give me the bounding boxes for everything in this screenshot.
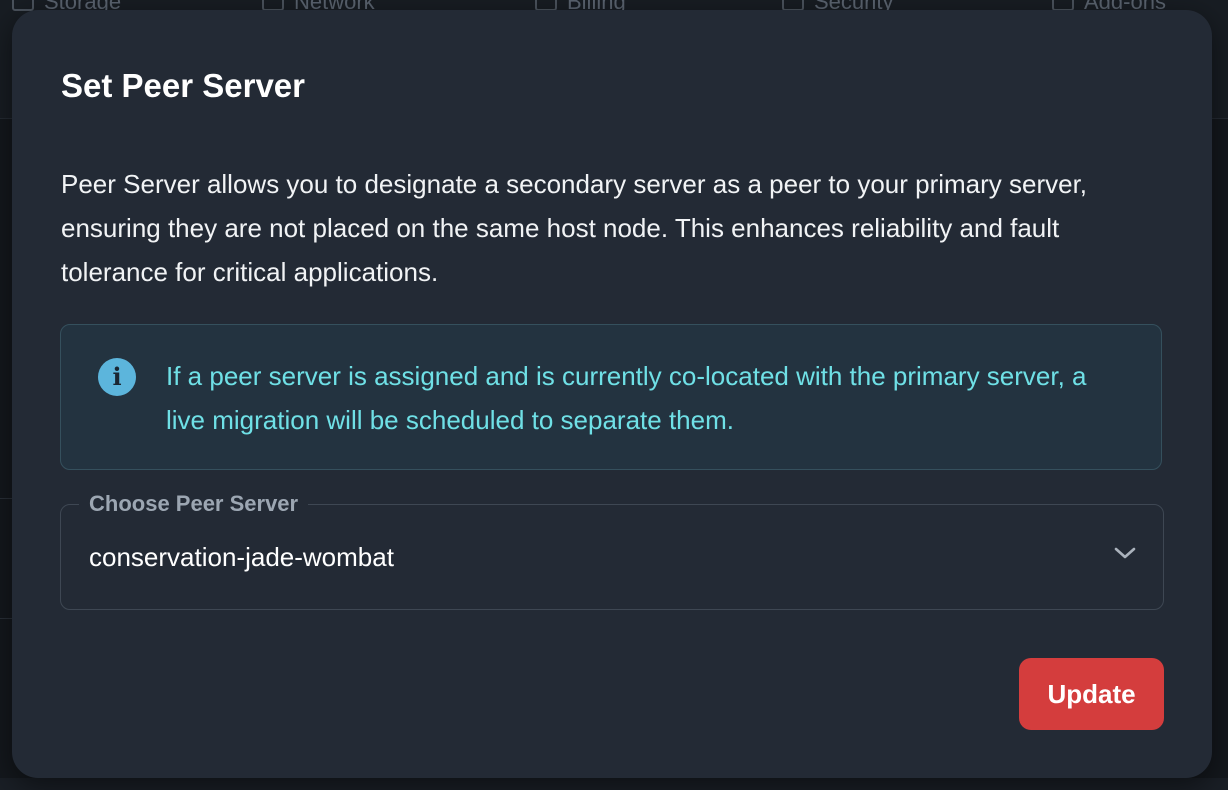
info-alert: i If a peer server is assigned and is cu… [60, 324, 1162, 470]
background-divider [0, 498, 12, 499]
dialog-description: Peer Server allows you to designate a se… [61, 169, 1088, 287]
background-footer [0, 778, 1228, 790]
dialog-title: Set Peer Server [61, 67, 306, 104]
chevron-down-icon[interactable] [1113, 545, 1137, 561]
info-icon: i [98, 358, 136, 396]
background-divider [0, 618, 12, 619]
select-value: conservation-jade-wombat [89, 542, 394, 572]
set-peer-server-dialog: Set Peer Server Peer Server allows you t… [12, 10, 1212, 778]
peer-server-select[interactable]: Choose Peer Server conservation-jade-wom… [60, 490, 1164, 610]
storage-icon [12, 0, 34, 11]
update-button[interactable]: Update [1019, 658, 1164, 730]
select-label: Choose Peer Server [79, 490, 309, 518]
info-alert-text: If a peer server is assigned and is curr… [166, 361, 1087, 435]
